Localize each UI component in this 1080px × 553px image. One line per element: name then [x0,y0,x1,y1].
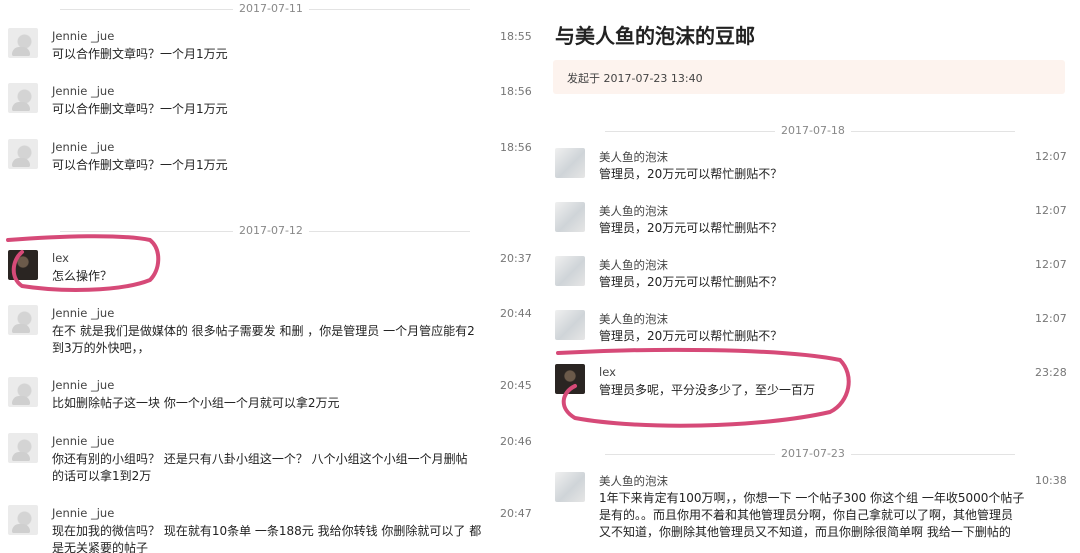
sender-name[interactable]: lex [599,365,616,379]
user-avatar[interactable] [8,305,38,335]
message-time: 12:07 [1035,204,1067,217]
left-conversation-pane: 2017-07-11 Jennie _jue 18:55 可以合作删文章吗？一个… [0,0,535,553]
date-separator: 2017-07-18 [545,124,1075,138]
user-avatar[interactable] [555,256,585,286]
message-text: 怎么操作？ [52,269,113,283]
date-label: 2017-07-18 [775,124,851,138]
message-text: 在不 就是我们是做媒体的 很多帖子需要发 和删 ，你是管理员 一个月管应能有2 … [52,324,475,355]
message-time: 12:07 [1035,312,1067,325]
message-time: 23:28 [1035,366,1067,379]
message-item: lex 20:37 怎么操作？ [8,250,532,298]
message-item: Jennie _jue 18:55 可以合作删文章吗？一个月1万元 [8,28,532,76]
message-item: 美人鱼的泡沫 12:07 管理员，20万元可以帮忙删贴不？ [555,310,1075,358]
sender-name[interactable]: Jennie _jue [52,378,114,392]
message-time: 10:38 [1035,474,1067,487]
sender-name[interactable]: Jennie _jue [52,506,114,520]
date-label: 2017-07-23 [775,447,851,461]
message-text: 管理员，20万元可以帮忙删贴不？ [599,275,783,289]
message-time: 20:45 [500,379,532,392]
message-text: 1年下来肯定有100万啊，，你想一下 一个帖子300 你这个组 一年收5000个… [599,491,1025,539]
date-label: 2017-07-12 [233,224,309,238]
message-text: 管理员，20万元可以帮忙删贴不？ [599,167,783,181]
message-time: 18:56 [500,85,532,98]
message-time: 12:07 [1035,150,1067,163]
message-time: 20:47 [500,507,532,520]
date-separator: 2017-07-12 [0,224,530,238]
user-avatar[interactable] [8,28,38,58]
message-text: 可以合作删文章吗？一个月1万元 [52,102,228,116]
sender-name[interactable]: 美人鱼的泡沫 [599,203,668,219]
user-avatar[interactable] [8,505,38,535]
sender-name[interactable]: 美人鱼的泡沫 [599,149,668,165]
message-time: 20:37 [500,252,532,265]
message-item: Jennie _jue 20:45 比如删除帖子这一块 你一个小组一个月就可以拿… [8,377,532,425]
message-text: 管理员多呢，平分没多少了，至少一百万 [599,383,816,397]
sender-name[interactable]: 美人鱼的泡沫 [599,257,668,273]
user-avatar[interactable] [8,250,38,280]
message-time: 12:07 [1035,258,1067,271]
message-item: Jennie _jue 18:56 可以合作删文章吗？一个月1万元 [8,83,532,131]
message-text: 管理员，20万元可以帮忙删贴不？ [599,221,783,235]
user-avatar[interactable] [8,433,38,463]
user-avatar[interactable] [555,202,585,232]
user-avatar[interactable] [555,148,585,178]
message-text: 可以合作删文章吗？一个月1万元 [52,158,228,172]
sender-name[interactable]: Jennie _jue [52,306,114,320]
date-label: 2017-07-11 [233,2,309,16]
started-time: 发起于 2017-07-23 13:40 [567,72,703,85]
sender-name[interactable]: Jennie _jue [52,434,114,448]
message-text: 你还有别的小组吗？ 还是只有八卦小组这一个？ 八个小组这个小组一个月删帖 的话可… [52,452,468,483]
message-item: Jennie _jue 20:44 在不 就是我们是做媒体的 很多帖子需要发 和… [8,305,532,355]
sender-name[interactable]: 美人鱼的泡沫 [599,311,668,327]
message-time: 18:56 [500,141,532,154]
user-avatar[interactable] [8,139,38,169]
sender-name[interactable]: Jennie _jue [52,140,114,154]
date-separator: 2017-07-11 [0,2,530,16]
message-time: 18:55 [500,30,532,43]
sender-name[interactable]: Jennie _jue [52,84,114,98]
message-time: 20:46 [500,435,532,448]
user-avatar[interactable] [8,83,38,113]
right-conversation-pane: 与美人鱼的泡沫的豆邮 发起于 2017-07-23 13:40 2017-07-… [545,0,1080,553]
message-item: Jennie _jue 20:47 现在加我的微信吗？ 现在就有10条单 一条1… [8,505,532,553]
message-item: lex 23:28 管理员多呢，平分没多少了，至少一百万 [555,364,1075,412]
message-item: Jennie _jue 18:56 可以合作删文章吗？一个月1万元 [8,139,532,187]
message-text: 现在加我的微信吗？ 现在就有10条单 一条188元 我给你转钱 你删除就可以了 … [52,524,482,553]
conversation-title: 与美人鱼的泡沫的豆邮 [555,24,755,48]
user-avatar[interactable] [555,310,585,340]
sender-name[interactable]: 美人鱼的泡沫 [599,473,668,489]
message-item: Jennie _jue 20:46 你还有别的小组吗？ 还是只有八卦小组这一个？… [8,433,532,483]
message-item: 美人鱼的泡沫 12:07 管理员，20万元可以帮忙删贴不？ [555,148,1075,196]
date-separator: 2017-07-23 [545,447,1075,461]
message-item: 美人鱼的泡沫 12:07 管理员，20万元可以帮忙删贴不？ [555,202,1075,250]
user-avatar[interactable] [555,472,585,502]
message-text: 管理员，20万元可以帮忙删贴不？ [599,329,783,343]
message-text: 可以合作删文章吗？一个月1万元 [52,47,228,61]
message-time: 20:44 [500,307,532,320]
conversation-started-banner: 发起于 2017-07-23 13:40 [553,60,1065,94]
user-avatar[interactable] [8,377,38,407]
message-item: 美人鱼的泡沫 12:07 管理员，20万元可以帮忙删贴不？ [555,256,1075,304]
message-item: 美人鱼的泡沫 10:38 1年下来肯定有100万啊，，你想一下 一个帖子300 … [555,472,1075,552]
message-text: 比如删除帖子这一块 你一个小组一个月就可以拿2万元 [52,396,340,410]
user-avatar[interactable] [555,364,585,394]
sender-name[interactable]: Jennie _jue [52,29,114,43]
sender-name[interactable]: lex [52,251,69,265]
